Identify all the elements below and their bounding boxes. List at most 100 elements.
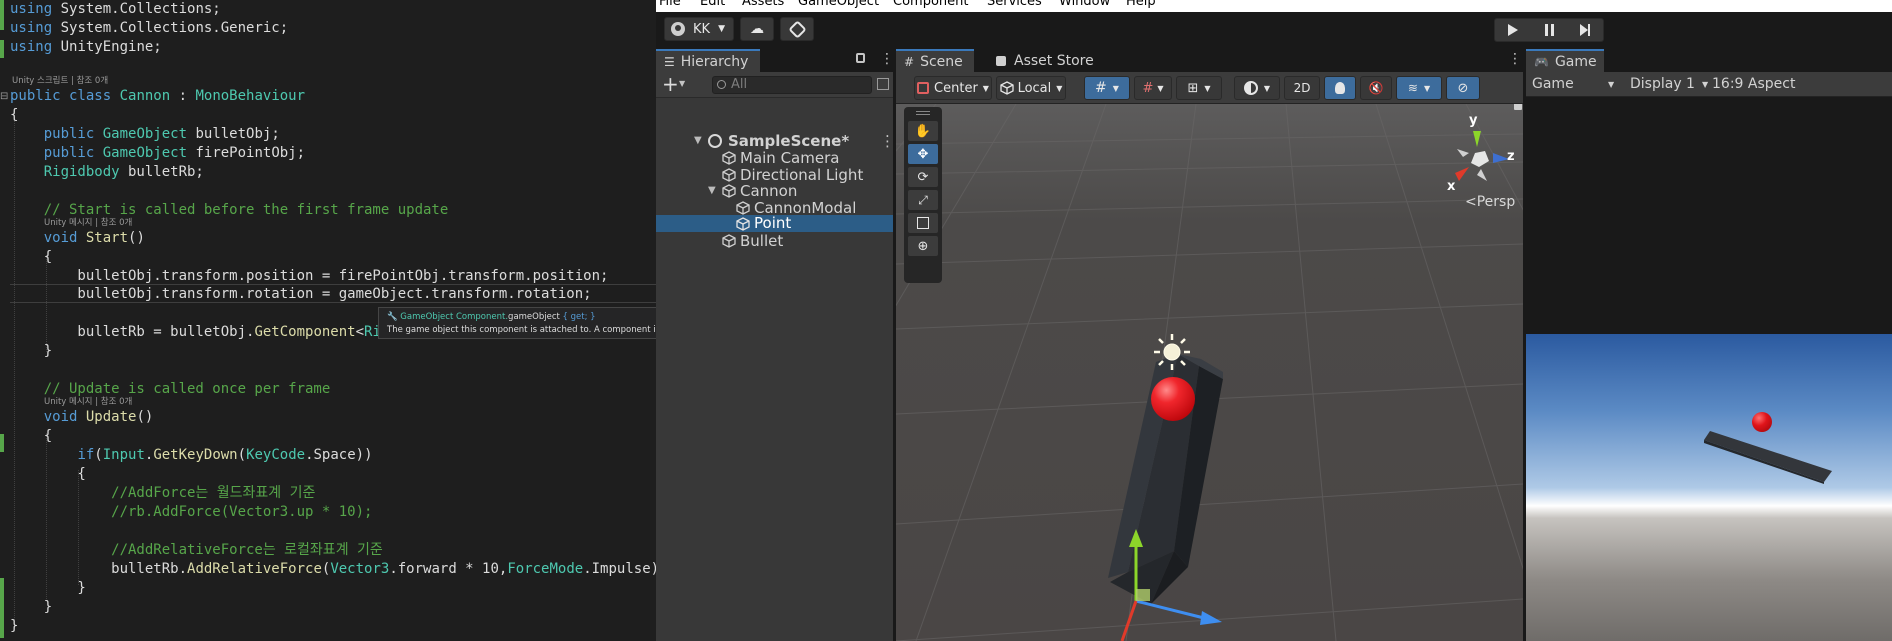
tool-palette: ✋ ✥ ⟳ ⤢ ⊕ (904, 107, 942, 283)
menu-bar: File Edit Assets GameObject Component Se… (656, 0, 1892, 12)
menu-assets[interactable]: Assets (742, 0, 784, 9)
audio-toggle[interactable]: 🔇 (1360, 76, 1392, 100)
code-line: public class Cannon : MonoBehaviour (10, 88, 306, 104)
scene-viewport[interactable]: ✋ ✥ ⟳ ⤢ ⊕ y z x <Persp (896, 104, 1523, 641)
game-view-dropdown[interactable]: Game ▼ (1532, 72, 1622, 97)
layers-icon: ≋ (1407, 81, 1418, 95)
chevron-down-icon: ▼ (1608, 80, 1615, 89)
grid-snap-button[interactable]: # ▼ (1084, 76, 1130, 100)
move-tool-button[interactable]: ✥ (908, 144, 938, 164)
tab-hierarchy[interactable]: ☰ Hierarchy (656, 49, 760, 72)
menu-window[interactable]: Window (1059, 0, 1110, 9)
scale-icon: ⤢ (918, 192, 928, 207)
pivot-center-dropdown[interactable]: Center ▼ (914, 76, 992, 100)
menu-gameobject[interactable]: GameObject (798, 0, 879, 9)
gizmo-x-label: x (1447, 179, 1456, 194)
grid-visibility-button[interactable]: ⊞ ▼ (1176, 76, 1222, 100)
scale-tool-button[interactable]: ⤢ (908, 190, 938, 210)
hidden-objects-toggle[interactable]: ⊘ (1446, 76, 1480, 100)
code-editor[interactable]: ⊟ using System.Collections; using System… (0, 0, 656, 641)
code-line: bulletObj.transform.position = firePoint… (10, 268, 609, 284)
gamepad-icon: 🎮 (1534, 54, 1549, 69)
menu-services[interactable]: Services (987, 0, 1042, 9)
tab-game[interactable]: 🎮 Game (1526, 49, 1604, 72)
codelens-start[interactable]: Unity 메시지 | 참조 0개 (44, 218, 132, 228)
lock-icon[interactable] (1514, 104, 1522, 110)
code-line: //AddForce는 월드좌표계 기준 (10, 485, 316, 501)
draw-mode-button[interactable]: ▼ (1234, 76, 1280, 100)
transform-icon: ⊕ (917, 238, 929, 254)
display-dropdown[interactable]: Display 1 ▼ (1630, 72, 1708, 97)
tooltip-category: GameObject Component. (400, 312, 509, 322)
collab-button[interactable] (780, 17, 814, 41)
code-line: { (10, 466, 86, 482)
hand-icon: ✋ (914, 123, 932, 139)
step-button[interactable] (1567, 19, 1603, 41)
aspect-dropdown[interactable]: 16:9 Aspect (1712, 72, 1812, 97)
persp-label[interactable]: <Persp (1465, 194, 1515, 210)
code-line: } (10, 580, 86, 596)
hierarchy-tabstrip: ☰ Hierarchy ⋮ (656, 49, 894, 72)
move-gizmo[interactable] (896, 104, 1523, 641)
hand-tool-button[interactable]: ✋ (908, 121, 938, 141)
play-button[interactable] (1495, 19, 1531, 41)
chevron-down-icon: ▼ (679, 79, 686, 88)
menu-help[interactable]: Help (1126, 0, 1156, 9)
scene-panel: # Scene Asset Store ⋮ Center ▼ Local ▼ # (896, 49, 1523, 641)
rotate-icon: ⟳ (917, 169, 929, 185)
kebab-menu-icon[interactable]: ⋮ (1508, 51, 1522, 67)
transform-tool-button[interactable]: ⊕ (908, 236, 938, 256)
gameobject-cube-icon (722, 151, 736, 165)
orientation-gizmo[interactable]: y z x (1441, 109, 1516, 199)
aspect-label: 16:9 Aspect (1712, 76, 1796, 92)
tab-asset-store-label: Asset Store (1014, 52, 1094, 69)
shopping-bag-icon (996, 55, 1006, 66)
search-options-icon[interactable] (877, 78, 889, 90)
display-label: Display 1 (1630, 76, 1695, 92)
hierarchy-item-bullet[interactable]: Bullet (656, 231, 893, 251)
tab-scene[interactable]: # Scene (896, 49, 974, 72)
gameobject-cube-icon (736, 201, 750, 215)
hierarchy-search-input[interactable]: All (712, 76, 872, 94)
lock-icon[interactable] (856, 53, 865, 63)
rect-tool-button[interactable] (908, 213, 938, 233)
menu-component[interactable]: Component (893, 0, 968, 9)
code-line: void Start() (43, 230, 145, 246)
codelens-class[interactable]: Unity 스크립트 | 참조 0개 (12, 76, 108, 86)
game-view-label: Game (1532, 76, 1574, 92)
codelens-update[interactable]: Unity 메시지 | 참조 0개 (44, 397, 132, 407)
increment-snap-button[interactable]: # ▼ (1134, 76, 1172, 100)
drag-handle[interactable] (916, 111, 930, 115)
search-icon (717, 80, 726, 89)
eye-slash-icon: ⊘ (1457, 80, 1469, 96)
account-dropdown[interactable]: KK ▼ (664, 17, 734, 41)
grid-icon: # (1095, 80, 1107, 96)
hierarchy-toolbar: + ▼ All (656, 72, 893, 98)
code-line: public GameObject bulletObj; (43, 126, 280, 142)
game-bullet-sphere (1752, 412, 1772, 432)
code-line: using System.Collections.Generic; (10, 20, 289, 36)
hierarchy-item-point[interactable]: Point (656, 215, 893, 232)
code-line: void Update() (43, 409, 154, 425)
game-viewport[interactable] (1526, 334, 1892, 641)
2d-toggle[interactable]: 2D (1284, 76, 1320, 100)
pause-button[interactable] (1531, 19, 1567, 41)
rotate-tool-button[interactable]: ⟳ (908, 167, 938, 187)
space-local-dropdown[interactable]: Local ▼ (996, 76, 1066, 100)
fold-toggle[interactable]: ⊟ (0, 91, 8, 102)
hierarchy-item-label: Bullet (740, 232, 784, 250)
code-line: bulletRb.AddRelativeForce(Vector3.forwar… (10, 561, 656, 577)
add-button[interactable]: + (662, 73, 679, 95)
menu-file[interactable]: File (659, 0, 681, 9)
menu-edit[interactable]: Edit (700, 0, 725, 9)
effects-toggle[interactable]: ≋ ▼ (1396, 76, 1442, 100)
lighting-toggle[interactable] (1324, 76, 1356, 100)
kebab-menu-icon[interactable]: ⋮ (880, 51, 894, 67)
cloud-icon: ☁ (750, 21, 764, 37)
cloud-button[interactable]: ☁ (740, 17, 774, 41)
tab-asset-store[interactable]: Asset Store (988, 49, 1106, 72)
chevron-down-icon: ▼ (1204, 83, 1211, 93)
scene-toolbar: Center ▼ Local ▼ # ▼ # ▼ ⊞ ▼ ▼ 2D 🔇 ≋ ▼ … (896, 72, 1523, 104)
code-line: } (10, 599, 53, 615)
code-line: //rb.AddForce(Vector3.up * 10); (10, 504, 373, 520)
